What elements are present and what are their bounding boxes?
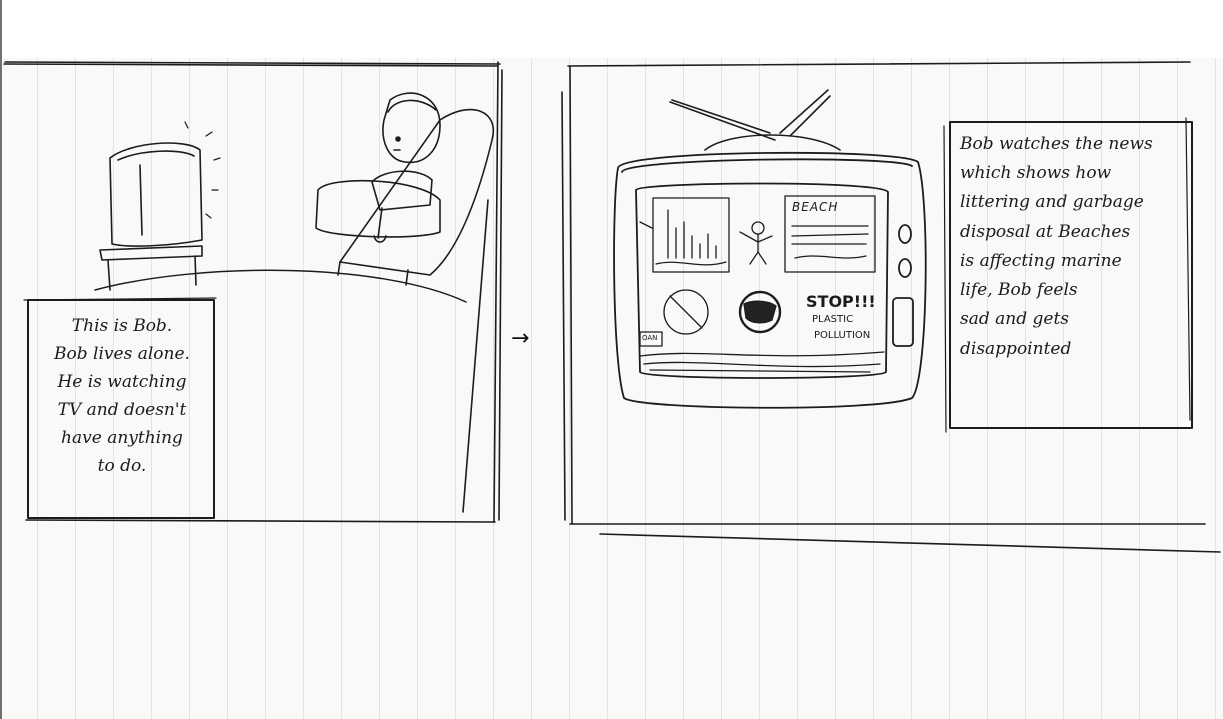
caption-line: littering and garbage [960,192,1144,213]
caption-line: is affecting marine [960,250,1122,271]
tv-screen-content [639,195,885,373]
caption-line: Bob lives alone. [54,344,190,365]
caption-line: which shows how [960,163,1112,184]
tv-set-icon [99,121,221,291]
antenna-icon [669,89,841,151]
caption-line: sad and gets [960,309,1070,330]
caption-line: disposal at Beaches [960,221,1131,242]
plastic-label: PLASTIC [812,314,854,325]
next-arrow-icon: → [511,326,530,351]
pollution-label: POLLUTION [814,330,871,341]
armchair-icon [315,108,495,286]
caption-line: life, Bob feels [960,280,1078,301]
caption-line: This is Bob. [71,316,173,336]
caption-line: He is watching [57,372,187,393]
caption-line: to do. [97,456,147,477]
stop-label: STOP!!! [806,292,876,311]
screen-box-label: OAN [642,334,658,342]
panel-1-caption: This is Bob. Bob lives alone. He is watc… [34,312,210,480]
floor-line [94,269,467,303]
caption-line: disappointed [960,338,1072,359]
panel-2-caption: Bob watches the news which shows how lit… [960,130,1188,364]
caption-line: TV and doesn't [57,400,187,421]
caption-line: have anything [61,428,183,449]
beach-sign-label: BEACH [792,200,839,214]
caption-line: Bob watches the news [960,134,1153,154]
